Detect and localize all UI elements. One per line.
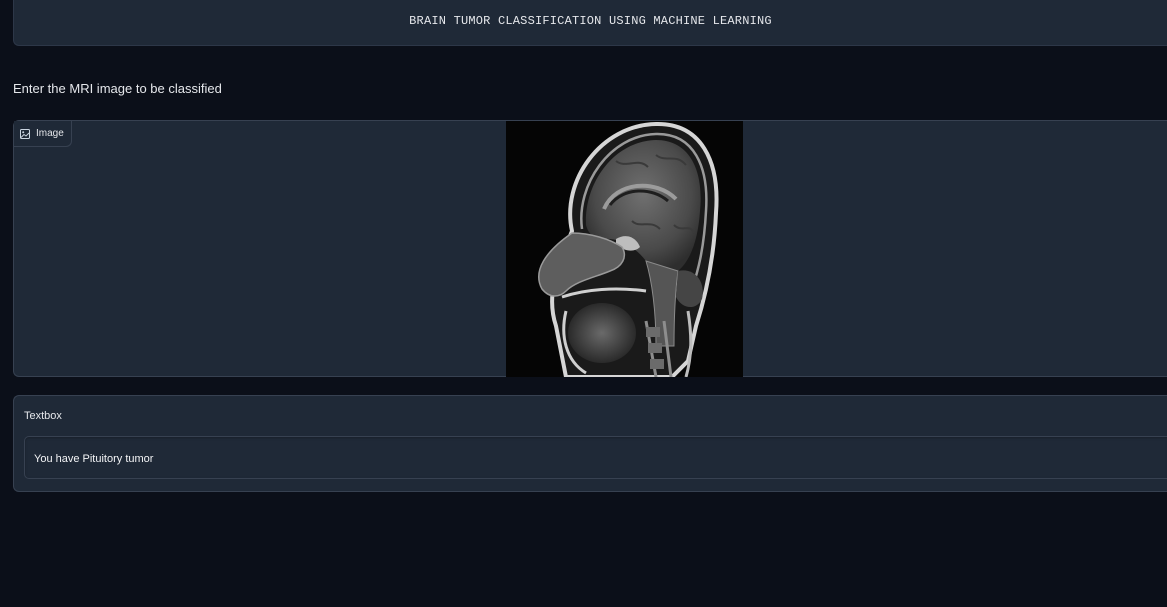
image-upload-panel[interactable]: Image <box>13 120 1167 377</box>
instruction-text: Enter the MRI image to be classified <box>13 81 222 96</box>
image-label-badge: Image <box>14 121 72 147</box>
image-label: Image <box>36 128 64 139</box>
image-icon <box>20 128 30 139</box>
textbox-label: Textbox <box>24 410 62 422</box>
result-text: You have Pituitory tumor <box>34 453 154 465</box>
header-panel: BRAIN TUMOR CLASSIFICATION USING MACHINE… <box>13 0 1167 46</box>
mri-image <box>506 121 743 377</box>
mri-scan-graphic <box>506 121 743 377</box>
app-title: BRAIN TUMOR CLASSIFICATION USING MACHINE… <box>409 14 772 28</box>
textbox-panel: Textbox You have Pituitory tumor <box>13 395 1167 492</box>
app-page: BRAIN TUMOR CLASSIFICATION USING MACHINE… <box>0 0 1167 607</box>
result-textbox[interactable]: You have Pituitory tumor <box>24 436 1167 479</box>
